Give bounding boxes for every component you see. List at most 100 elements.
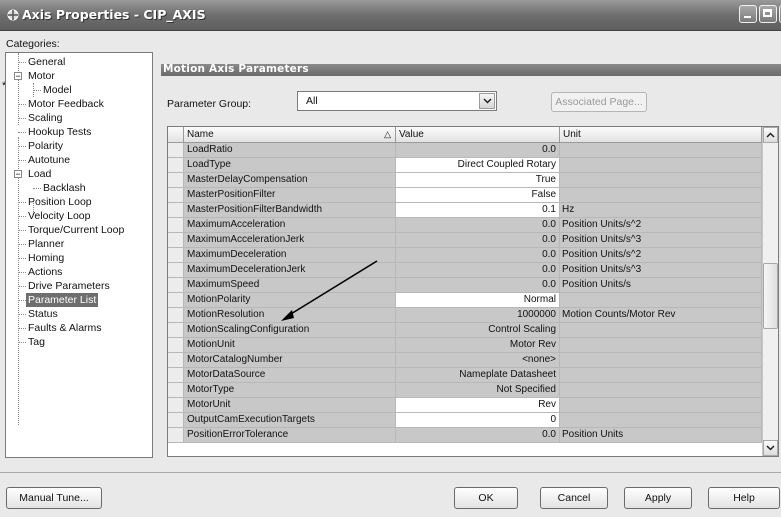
parameter-name-cell: MaximumDecelerationJerk <box>184 263 396 278</box>
grid-corner-header <box>168 127 184 143</box>
table-row[interactable]: MaximumSpeed 0.0 Position Units/s <box>168 278 762 293</box>
help-button[interactable]: Help <box>708 487 780 509</box>
vertical-scrollbar[interactable] <box>762 127 778 456</box>
table-row[interactable]: OutputCamExecutionTargets 0 <box>168 413 762 428</box>
parameter-unit-cell: Position Units <box>560 428 762 443</box>
parameter-value-cell[interactable]: Rev <box>396 398 560 413</box>
table-row[interactable]: LoadRatio 0.0 <box>168 143 762 158</box>
row-selector[interactable] <box>168 218 184 233</box>
row-selector[interactable] <box>168 158 184 173</box>
title-bar[interactable]: Axis Properties - CIP_AXIS <box>0 0 781 31</box>
parameter-name-cell: LoadRatio <box>184 143 396 158</box>
parameter-unit-cell <box>560 143 762 158</box>
panel-title: Motion Axis Parameters <box>163 63 309 75</box>
row-selector[interactable] <box>168 338 184 353</box>
row-selector[interactable] <box>168 383 184 398</box>
parameter-name-cell: MotorType <box>184 383 396 398</box>
cancel-button[interactable]: Cancel <box>540 487 608 509</box>
parameter-value-cell[interactable]: Direct Coupled Rotary <box>396 158 560 173</box>
parameter-group-value: All <box>306 95 318 107</box>
column-header-value[interactable]: Value <box>396 127 560 143</box>
collapse-icon[interactable]: − <box>14 170 22 179</box>
row-selector[interactable] <box>168 353 184 368</box>
parameter-unit-cell: Hz <box>560 203 762 218</box>
parameter-value-cell[interactable]: Normal <box>396 293 560 308</box>
parameter-value-cell[interactable]: 0 <box>396 413 560 428</box>
parameter-unit-cell: Position Units/s^3 <box>560 263 762 278</box>
row-selector[interactable] <box>168 428 184 443</box>
row-selector[interactable] <box>168 233 184 248</box>
parameter-unit-cell: Position Units/s^2 <box>560 218 762 233</box>
row-selector[interactable] <box>168 263 184 278</box>
collapse-icon[interactable]: − <box>14 72 22 81</box>
app-icon <box>7 9 19 21</box>
minimize-button[interactable] <box>739 5 757 23</box>
scroll-down-icon[interactable] <box>763 440 778 456</box>
parameter-group-select[interactable]: All <box>297 91 497 111</box>
table-row[interactable]: MasterPositionFilterBandwidth 0.1 Hz <box>168 203 762 218</box>
parameter-unit-cell: Position Units/s^2 <box>560 248 762 263</box>
table-row[interactable]: MotionResolution 1000000 Motion Counts/Mot… <box>168 308 762 323</box>
table-row[interactable]: MaximumAccelerationJerk 0.0 Position Units… <box>168 233 762 248</box>
parameter-value-cell[interactable]: 0.1 <box>396 203 560 218</box>
tree-guide-line <box>18 53 19 125</box>
row-selector[interactable] <box>168 188 184 203</box>
parameter-name-cell: MotorCatalogNumber <box>184 353 396 368</box>
parameter-unit-cell <box>560 158 762 173</box>
table-row[interactable]: MasterPositionFilter False <box>168 188 762 203</box>
row-selector[interactable] <box>168 413 184 428</box>
table-row[interactable]: MotionUnit Motor Rev <box>168 338 762 353</box>
parameter-value-cell: 1000000 <box>396 308 560 323</box>
table-row[interactable]: MotorDataSource Nameplate Datasheet <box>168 368 762 383</box>
table-row[interactable]: MotorCatalogNumber <none> <box>168 353 762 368</box>
parameter-value-cell[interactable]: True <box>396 173 560 188</box>
parameter-unit-cell <box>560 383 762 398</box>
categories-tree[interactable]: General − Motor Model Motor Feedback Scal… <box>5 52 153 458</box>
table-row[interactable]: MotorType Not Specified <box>168 383 762 398</box>
row-selector[interactable] <box>168 173 184 188</box>
parameter-unit-cell <box>560 413 762 428</box>
table-row[interactable]: PositionErrorTolerance 0.0 Position Units <box>168 428 762 443</box>
chevron-down-icon[interactable] <box>479 93 495 109</box>
scroll-up-icon[interactable] <box>763 127 778 143</box>
table-row[interactable]: MotorUnit Rev <box>168 398 762 413</box>
table-row[interactable]: MotionScalingConfiguration Control Scalin… <box>168 323 762 338</box>
table-row[interactable]: MaximumDecelerationJerk 0.0 Position Units… <box>168 263 762 278</box>
parameter-group-label: Parameter Group: <box>167 98 252 110</box>
parameter-value-cell: 0.0 <box>396 263 560 278</box>
row-selector[interactable] <box>168 323 184 338</box>
table-row[interactable]: MasterDelayCompensation True <box>168 173 762 188</box>
row-selector[interactable] <box>168 308 184 323</box>
table-row[interactable]: MaximumDeceleration 0.0 Position Units/s^2 <box>168 248 762 263</box>
parameter-value-cell: 0.0 <box>396 233 560 248</box>
parameter-value-cell: 0.0 <box>396 428 560 443</box>
row-selector[interactable] <box>168 293 184 308</box>
categories-label: Categories: <box>6 38 60 50</box>
column-header-unit[interactable]: Unit <box>560 127 762 143</box>
row-selector[interactable] <box>168 203 184 218</box>
parameter-unit-cell: Position Units/s^3 <box>560 233 762 248</box>
row-selector[interactable] <box>168 248 184 263</box>
manual-tune-button[interactable]: Manual Tune... <box>6 487 102 509</box>
parameter-value-cell: 0.0 <box>396 143 560 158</box>
parameter-value-cell: Control Scaling <box>396 323 560 338</box>
column-header-name[interactable]: Name △ <box>184 127 396 143</box>
table-row[interactable]: LoadType Direct Coupled Rotary <box>168 158 762 173</box>
apply-button[interactable]: Apply <box>624 487 692 509</box>
parameter-name-cell: OutputCamExecutionTargets <box>184 413 396 428</box>
row-selector[interactable] <box>168 368 184 383</box>
parameter-unit-cell <box>560 173 762 188</box>
table-row[interactable]: MotionPolarity Normal <box>168 293 762 308</box>
row-selector[interactable] <box>168 278 184 293</box>
row-selector[interactable] <box>168 143 184 158</box>
row-selector[interactable] <box>168 398 184 413</box>
associated-page-button[interactable]: Associated Page... <box>551 92 647 112</box>
maximize-button[interactable] <box>759 5 777 23</box>
ok-button[interactable]: OK <box>454 487 518 509</box>
parameter-grid[interactable]: Name △ Value Unit LoadRatio 0.0 LoadType Di… <box>167 126 779 457</box>
table-row[interactable]: MaximumAcceleration 0.0 Position Units/s^2 <box>168 218 762 233</box>
parameter-unit-cell <box>560 368 762 383</box>
parameter-value-cell[interactable]: False <box>396 188 560 203</box>
scrollbar-thumb[interactable] <box>763 263 778 329</box>
button-bar-separator <box>0 472 781 473</box>
